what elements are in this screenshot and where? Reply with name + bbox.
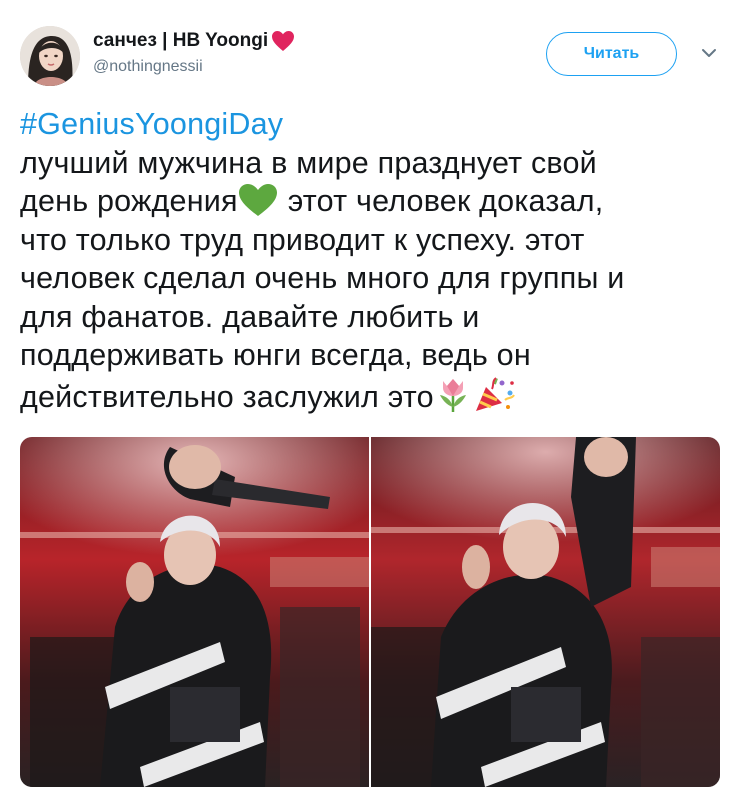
concert-photo-1[interactable]	[20, 437, 369, 787]
hashtag-link[interactable]: #GeniusYoongiDay	[20, 107, 283, 141]
tweet-line: человек сделал очень много для группы и	[20, 261, 625, 295]
tweet-line: лучший мужчина в мире празднует свой	[20, 145, 597, 180]
tweet-line: поддерживать юнги всегда, ведь он	[20, 338, 531, 372]
display-name[interactable]: санчез | HB Yoongi	[93, 30, 268, 52]
follow-button[interactable]: Читать	[546, 32, 677, 76]
tweet-line-segment: этот человек доказал,	[287, 184, 604, 218]
tulip-emoji	[439, 378, 466, 412]
tweet-line-segment: действительно заслужил это	[20, 379, 434, 414]
tweet-media[interactable]	[20, 437, 720, 787]
avatar[interactable]	[20, 26, 80, 86]
tweet-header: санчез | HB Yoongi @nothingnessii Читать	[0, 0, 740, 100]
tweet-line: для фанатов. давайте любить и	[20, 299, 480, 334]
concert-photo-2[interactable]	[371, 437, 720, 787]
green-heart-emoji	[238, 184, 277, 216]
party-popper-emoji	[475, 376, 515, 411]
tweet-line-with-emoji: действительно заслужил это	[20, 375, 720, 414]
tweet-line-segment: день рождения	[20, 184, 238, 218]
tweet-line: что только труд приводит к успеху. этот	[20, 222, 585, 257]
concert-photo-1-image	[20, 437, 369, 787]
chevron-down-icon[interactable]	[700, 44, 718, 62]
red-heart-icon	[272, 31, 295, 51]
concert-photo-2-image	[371, 437, 720, 787]
user-handle[interactable]: @nothingnessii	[93, 58, 203, 76]
avatar-image	[20, 26, 80, 86]
tweet-text: #GeniusYoongiDay лучший мужчина в мире п…	[20, 105, 720, 414]
tweet-line-with-emoji: день рождения этот человек доказал,	[20, 182, 720, 221]
